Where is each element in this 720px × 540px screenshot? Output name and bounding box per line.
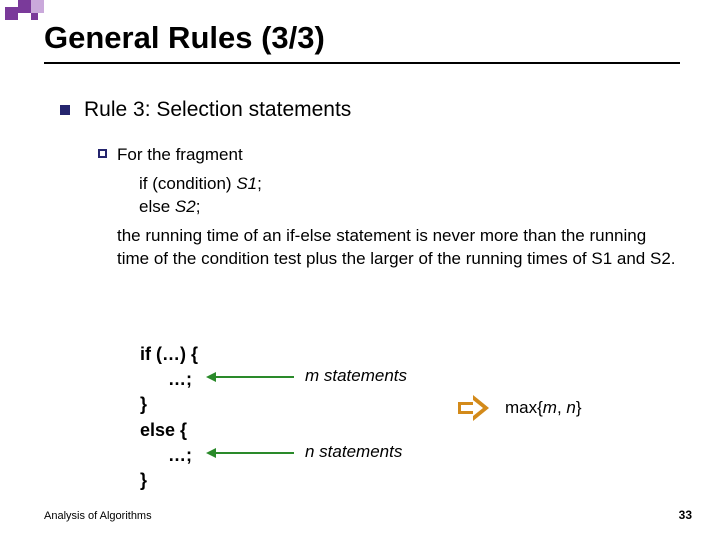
code-line2-s: S2 [175, 197, 196, 216]
code-line1-s: S1 [236, 174, 257, 193]
square-bullet-icon [60, 105, 70, 115]
hollow-square-bullet-icon [98, 149, 107, 158]
slide-title: General Rules (3/3) [44, 20, 325, 56]
ex-l6: } [140, 468, 660, 493]
example-block: if (…) { …; } else { …; } m statements n… [140, 342, 660, 493]
example-code: if (…) { …; } else { …; } [140, 342, 660, 493]
title-underline [44, 62, 680, 64]
code-line2-pre: else [139, 197, 175, 216]
ex-l4: else { [140, 418, 660, 443]
arrow-left-head-icon [206, 372, 216, 382]
big-right-arrow-icon [458, 397, 492, 419]
arrow-line-n [216, 452, 294, 454]
arrow-left-head-icon [206, 448, 216, 458]
arrow-line-m [216, 376, 294, 378]
bullet-level1: Rule 3: Selection statements [60, 98, 680, 122]
rule-heading: Rule 3: Selection statements [84, 98, 351, 122]
max-label: max{m, n} [505, 398, 582, 418]
code-line1-post: ; [257, 174, 262, 193]
content-area: Rule 3: Selection statements For the fra… [60, 98, 680, 271]
n-statements-label: n statements [305, 442, 402, 462]
bullet-level2: For the fragment if (condition) S1; else… [98, 144, 680, 271]
sub-paragraph: the running time of an if-else statement… [117, 225, 680, 271]
ex-l1: if (…) { [140, 342, 660, 367]
code-fragment: if (condition) S1; else S2; [139, 173, 680, 219]
m-statements-label: m statements [305, 366, 407, 386]
sub-body: For the fragment if (condition) S1; else… [117, 144, 680, 271]
code-line1-pre: if (condition) [139, 174, 236, 193]
sub-lead: For the fragment [117, 144, 680, 167]
code-line2-post: ; [196, 197, 201, 216]
ex-l3: } [140, 392, 660, 417]
page-number: 33 [679, 508, 692, 522]
footer-left: Analysis of Algorithms [44, 510, 152, 522]
